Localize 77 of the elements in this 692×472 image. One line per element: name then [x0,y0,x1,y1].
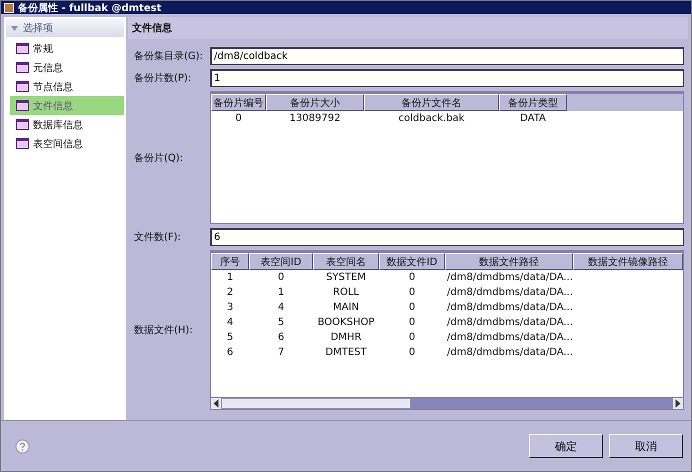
field-label: 备份片数(P): [134,72,192,85]
panel-title: 文件信息 [132,22,172,35]
left-arrow-icon[interactable] [211,398,221,409]
table-cell-text: 5 [226,331,234,345]
table-cell-text: /dm8/dmdbms/data/DA... [446,346,573,360]
help-icon[interactable] [15,438,30,454]
table-cell-text: 13089792 [288,112,342,126]
table-cell-text: 4 [226,316,234,330]
column-header[interactable]: 备份片大小 [266,94,364,111]
sidebar-item[interactable]: 表空间信息 [10,134,124,153]
table-cell-text: 1 [276,286,286,300]
column-header[interactable]: 数据文件ID [379,253,445,270]
table-cell-text: 5 [276,316,286,330]
sidebar-item[interactable]: 数据库信息 [10,115,124,134]
table-cell-text: 0 [408,301,416,315]
page-icon [16,138,29,149]
table-cell-text: /dm8/dmdbms/data/DA... [446,301,573,315]
table-cell-text: 0 [234,112,243,126]
field-label: 备份片(Q): [134,152,184,164]
dialog-button[interactable]: 取消 [609,434,683,458]
window-title: 备份属性 - fullbak @dmtest [18,2,162,14]
table-cell-text: 0 [408,346,416,360]
sidebar-header-label: 选择项 [23,22,53,35]
column-header[interactable]: 备份片编号 [211,94,266,111]
table-cell-text: 0 [276,271,286,285]
input-field[interactable]: /dm8/coldback [210,47,684,65]
table-cell-text: 6 [276,331,286,345]
column-header[interactable]: 备份片文件名 [364,94,499,111]
app-icon [4,2,14,12]
table-cell-text: 0 [408,331,416,345]
table-cell-text: 0 [408,271,416,285]
table-cell-text: coldback.bak [398,112,466,126]
table-cell-text: /dm8/dmdbms/data/DA... [446,286,573,300]
horizontal-scrollbar[interactable] [211,397,683,409]
table-cell-text: SYSTEM [325,271,367,285]
page-icon [16,62,29,73]
column-header[interactable]: 表空间ID [249,253,313,270]
table-cell-text: 0 [408,316,416,330]
page-icon [16,43,29,54]
page-icon [16,81,29,92]
table-cell-text: /dm8/dmdbms/data/DA... [446,271,573,285]
table-cell-text: /dm8/dmdbms/data/DA... [446,331,573,345]
column-header[interactable]: 备份片类型 [499,94,567,111]
column-header[interactable]: 数据文件镜像路径 [573,253,683,270]
dialog-button[interactable]: 确定 [529,434,603,458]
table-cell-text: ROLL [332,286,360,300]
sidebar-item[interactable]: 常规 [10,39,124,58]
table-cell-text: DMTEST [324,346,368,360]
field-label: 数据文件(H): [134,324,194,337]
table-cell-text: DATA [519,112,547,126]
table-cell-text: 4 [276,301,286,315]
table-cell-text: 7 [276,346,286,360]
column-header[interactable]: 序号 [211,253,249,270]
page-icon [16,119,29,130]
right-arrow-icon[interactable] [673,398,683,409]
sidebar-item[interactable]: 节点信息 [10,77,124,96]
input-field[interactable]: 1 [210,69,684,87]
table-cell-text: MAIN [332,301,360,315]
column-header[interactable]: 表空间名 [313,253,379,270]
sidebar-header[interactable]: 选择项 [6,19,124,37]
table-cell-text: 0 [408,286,416,300]
page-icon [16,100,29,111]
column-header[interactable]: 数据文件路径 [445,253,573,270]
table-cell-text: 2 [226,286,234,300]
sidebar-item[interactable]: 元信息 [10,58,124,77]
input-field[interactable]: 6 [210,228,684,246]
sidebar-item[interactable]: 文件信息 [10,96,124,115]
table-cell-text: /dm8/dmdbms/data/DA... [446,316,573,330]
table-cell-text: 1 [226,271,234,285]
scrollbar-thumb[interactable] [221,398,411,409]
table-cell-text: 6 [226,346,234,360]
table-cell-text: BOOKSHOP [316,316,376,330]
table-cell-text: 3 [226,301,234,315]
field-label: 备份集目录(G): [134,50,204,63]
field-label: 文件数(F): [134,230,182,244]
table-cell-text: DMHR [330,331,362,345]
caret-icon [11,26,18,30]
